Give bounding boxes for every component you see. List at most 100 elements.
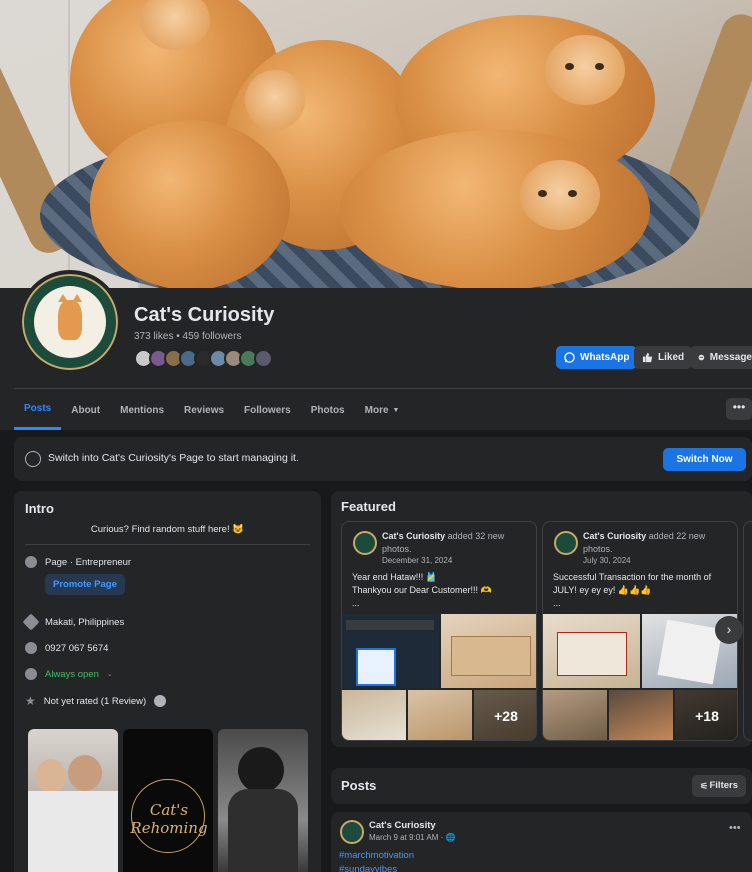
location-row: Makati, Philippines bbox=[22, 613, 124, 631]
page-title: Cat's Curiosity bbox=[134, 304, 275, 326]
avatar bbox=[554, 531, 578, 555]
featured-post-header: Cat's Curiosity added 32 new photos. bbox=[382, 530, 532, 556]
featured-card: Featured Cat's Curiosity added 32 new ph… bbox=[331, 491, 752, 747]
page-stats[interactable]: 373 likes • 459 followers bbox=[134, 331, 241, 342]
tab-label: Photos bbox=[310, 404, 345, 416]
post-menu-button[interactable]: ••• bbox=[729, 822, 741, 834]
intro-photo[interactable] bbox=[28, 729, 118, 872]
photo-tile[interactable] bbox=[408, 690, 472, 740]
chevron-down-icon: ⌄ bbox=[106, 671, 113, 678]
tab-reviews[interactable]: Reviews bbox=[174, 390, 234, 430]
whatsapp-icon bbox=[564, 352, 575, 363]
rating-row: ★ Not yet rated (1 Review) bbox=[25, 694, 167, 708]
phone-row: 0927 067 5674 bbox=[25, 642, 108, 654]
post-ellipsis[interactable]: ... bbox=[553, 597, 733, 610]
switch-profile-bar: Switch into Cat's Curiosity's Page to st… bbox=[14, 437, 752, 481]
star-icon: ★ bbox=[25, 694, 36, 708]
map-pin-icon bbox=[22, 613, 40, 631]
chevron-right-icon[interactable]: › bbox=[715, 616, 743, 644]
phone-icon bbox=[25, 642, 37, 654]
photo-grid: +28 bbox=[342, 614, 536, 740]
post-date[interactable]: July 30, 2024 bbox=[583, 556, 631, 565]
cover-photo[interactable] bbox=[0, 0, 752, 288]
intro-title: Intro bbox=[25, 501, 54, 516]
post-author[interactable]: Cat's Curiosity bbox=[583, 531, 646, 541]
tab-more[interactable]: More ▼ bbox=[355, 390, 410, 430]
tab-label: More bbox=[364, 404, 389, 416]
filters-button[interactable]: ⚟ Filters bbox=[692, 775, 746, 797]
tab-mentions[interactable]: Mentions bbox=[110, 390, 174, 430]
info-icon[interactable] bbox=[154, 695, 167, 707]
avatar[interactable] bbox=[340, 820, 364, 844]
more-photos-count[interactable]: +18 bbox=[675, 690, 737, 740]
photo-tile[interactable] bbox=[342, 614, 439, 688]
switch-now-button[interactable]: Switch Now bbox=[663, 448, 746, 471]
tab-label: Posts bbox=[24, 403, 52, 414]
rating-text: Not yet rated (1 Review) bbox=[43, 695, 147, 707]
whatsapp-label: WhatsApp bbox=[580, 352, 630, 363]
hours-row: Always open ⌄ bbox=[25, 668, 113, 680]
posts-title: Posts bbox=[341, 778, 377, 793]
hashtag-link[interactable]: #sundayvibes bbox=[339, 864, 397, 872]
photo-tile[interactable] bbox=[543, 690, 607, 740]
promote-page-button[interactable]: Promote Page bbox=[45, 574, 125, 595]
page-header: CAT'S CURIOSITY Cat's Curiosity 373 like… bbox=[0, 270, 752, 430]
tab-posts[interactable]: Posts bbox=[14, 390, 62, 430]
caret-down-icon: ▼ bbox=[392, 406, 400, 414]
filter-icon: ⚟ bbox=[700, 781, 709, 791]
photo-grid: +18 bbox=[543, 614, 737, 740]
clock-icon bbox=[25, 668, 37, 680]
location-text[interactable]: Makati, Philippines bbox=[45, 617, 124, 628]
featured-post-header: Cat's Curiosity added 22 new photos. bbox=[583, 530, 733, 556]
like-icon bbox=[642, 352, 653, 363]
message-button[interactable]: Message bbox=[690, 346, 752, 369]
cover-cat bbox=[340, 130, 650, 288]
tab-about[interactable]: About bbox=[61, 390, 110, 430]
photo-tile[interactable]: +18 bbox=[675, 690, 737, 740]
post-ellipsis[interactable]: ... bbox=[352, 597, 532, 610]
svg-text:CAT'S CURIOSITY: CAT'S CURIOSITY bbox=[35, 329, 105, 358]
intro-photo[interactable] bbox=[218, 729, 308, 872]
photo-tile[interactable]: +28 bbox=[474, 690, 536, 740]
cover-cat bbox=[90, 120, 290, 288]
featured-post[interactable]: Cat's Curiosity added 32 new photos. Dec… bbox=[341, 521, 537, 741]
switch-prompt: Switch into Cat's Curiosity's Page to st… bbox=[48, 452, 299, 464]
post-body: Successful Transaction for the month of … bbox=[553, 571, 733, 610]
post-author[interactable]: Cat's Curiosity bbox=[382, 531, 445, 541]
avatar[interactable] bbox=[254, 349, 273, 368]
hours-text[interactable]: Always open bbox=[45, 669, 99, 680]
whatsapp-button[interactable]: WhatsApp bbox=[556, 346, 638, 369]
page-avatar[interactable]: CAT'S CURIOSITY bbox=[18, 270, 122, 374]
post-author[interactable]: Cat's Curiosity bbox=[369, 820, 436, 831]
post-date[interactable]: December 31, 2024 bbox=[382, 556, 452, 565]
tab-followers[interactable]: Followers bbox=[234, 390, 301, 430]
post-body: Year end Hataw!!! 🎽 Thankyou our Dear Cu… bbox=[352, 571, 532, 610]
intro-photo[interactable]: Cat's Rehoming bbox=[123, 729, 213, 872]
photo-tile[interactable] bbox=[342, 690, 406, 740]
more-options-button[interactable]: ••• bbox=[726, 398, 752, 420]
liked-label: Liked bbox=[658, 352, 685, 363]
tab-photos[interactable]: Photos bbox=[301, 390, 355, 430]
more-photos-count[interactable]: +28 bbox=[474, 690, 536, 740]
post-card: Cat's Curiosity March 9 at 9:01 AM · 🌐 •… bbox=[331, 812, 752, 872]
intro-divider bbox=[25, 544, 310, 545]
header-divider bbox=[14, 388, 752, 389]
photo-tile[interactable] bbox=[609, 690, 673, 740]
category-text: Page · Entrepreneur bbox=[45, 556, 132, 568]
featured-post[interactable]: Cat's Curiosity added 22 new photos. Jul… bbox=[542, 521, 738, 741]
photo-tile[interactable] bbox=[543, 614, 640, 688]
post-line: Year end Hataw!!! 🎽 bbox=[352, 572, 437, 582]
photo-tile[interactable] bbox=[441, 614, 536, 688]
post-line: Thankyou our Dear Customer!!! 🫶 bbox=[352, 585, 492, 595]
intro-card: Intro Curious? Find random stuff here! 😺… bbox=[14, 491, 321, 872]
featured-post-peek[interactable] bbox=[743, 521, 752, 741]
tab-label: Reviews bbox=[184, 404, 225, 416]
messenger-icon bbox=[698, 354, 705, 361]
hashtag-link[interactable]: #marchmotivation bbox=[339, 850, 414, 861]
post-date[interactable]: March 9 at 9:01 AM · 🌐 bbox=[369, 833, 455, 842]
liked-button[interactable]: Liked bbox=[634, 346, 693, 369]
phone-text[interactable]: 0927 067 5674 bbox=[45, 643, 108, 654]
rehoming-logo-text: Cat's Rehoming bbox=[130, 801, 208, 837]
page-tabs: Posts About Mentions Reviews Followers P… bbox=[14, 390, 409, 430]
featured-title: Featured bbox=[341, 499, 396, 514]
